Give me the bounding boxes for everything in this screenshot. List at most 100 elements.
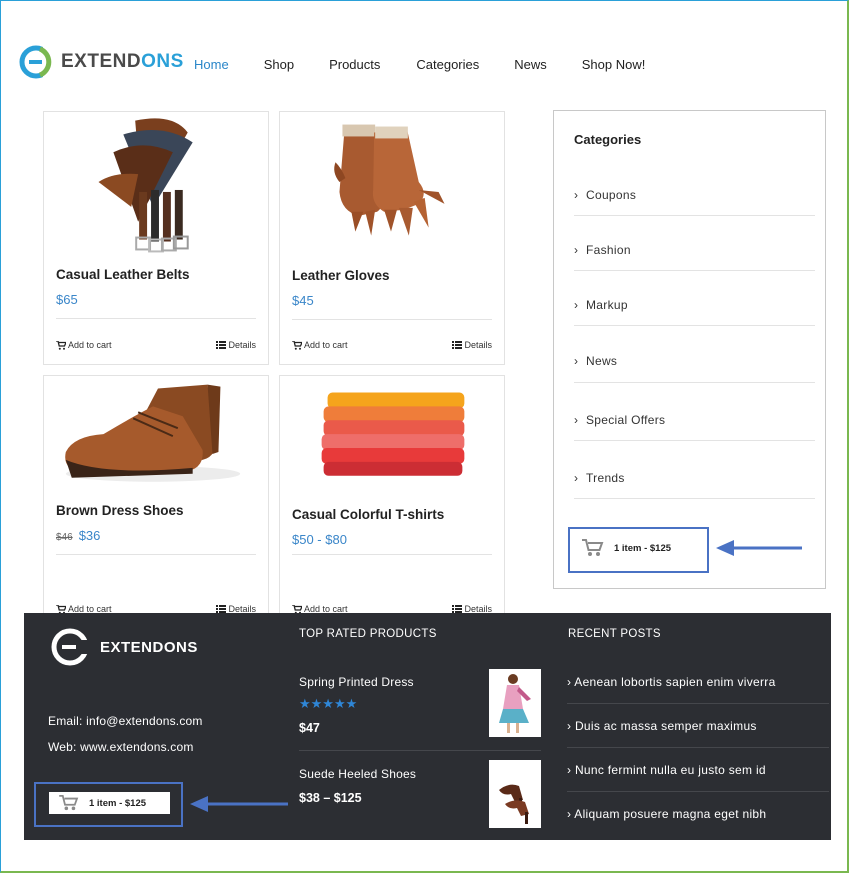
- category-item-markup[interactable]: › Markup: [574, 271, 815, 326]
- chevron-right-icon: ›: [574, 471, 579, 485]
- category-label: Trends: [586, 471, 625, 485]
- cart-summary-text: 1 item - $125: [614, 542, 672, 554]
- recent-post-link[interactable]: › Duis ac massa semper maximus: [567, 719, 757, 733]
- product-price: $38 – $125: [299, 791, 362, 805]
- chevron-right-icon: ›: [574, 243, 579, 257]
- category-item-news[interactable]: › News: [574, 326, 815, 383]
- product-name[interactable]: Leather Gloves: [292, 268, 390, 283]
- widget-title: Categories: [574, 132, 642, 147]
- nav-categories[interactable]: Categories: [416, 57, 479, 72]
- footer-email[interactable]: Email: info@extendons.com: [48, 714, 203, 728]
- category-label: Coupons: [586, 188, 637, 202]
- details-link[interactable]: Details: [216, 340, 256, 350]
- leather-belts-image[interactable]: [44, 112, 268, 262]
- divider: [567, 747, 829, 748]
- arrow-annotation-icon: [716, 540, 802, 556]
- product-price: $50 - $80: [292, 532, 347, 547]
- chevron-right-icon: ›: [567, 719, 575, 733]
- cart-summary-text: 1 item - $125: [89, 797, 147, 809]
- divider: [567, 703, 829, 704]
- post-title: Nunc fermint nulla eu justo sem id: [574, 763, 766, 777]
- extendons-logo-icon: [19, 45, 53, 79]
- category-label: News: [586, 354, 618, 368]
- divider: [56, 554, 256, 555]
- recent-posts-title: RECENT POSTS: [568, 628, 661, 640]
- divider: [567, 791, 829, 792]
- footer-mini-cart[interactable]: 1 item - $125: [49, 792, 170, 814]
- logo-text-part2: ONS: [141, 51, 184, 72]
- category-label: Markup: [586, 298, 628, 312]
- product-name[interactable]: Casual Leather Belts: [56, 267, 190, 282]
- category-item-special-offers[interactable]: › Special Offers: [574, 383, 815, 441]
- chevron-right-icon: ›: [567, 763, 575, 777]
- category-item-coupons[interactable]: › Coupons: [574, 161, 815, 216]
- heeled-shoes-thumbnail[interactable]: [489, 760, 541, 828]
- list-icon: [452, 605, 463, 613]
- add-to-cart-label: Add to cart: [68, 340, 112, 350]
- divider: [56, 318, 256, 319]
- product-price: $65: [56, 292, 78, 307]
- add-to-cart-link[interactable]: Add to cart: [56, 340, 112, 350]
- sidebar-mini-cart[interactable]: 1 item - $125: [582, 537, 672, 559]
- recent-post-link[interactable]: › Nunc fermint nulla eu justo sem id: [567, 763, 766, 777]
- chevron-right-icon: ›: [574, 413, 579, 427]
- categories-widget: Categories › Coupons › Fashion › Markup › Ne…: [553, 110, 826, 589]
- add-to-cart-link[interactable]: Add to cart: [292, 340, 348, 350]
- footer-logo[interactable]: EXTENDONS: [50, 627, 198, 667]
- nav-shop-now[interactable]: Shop Now!: [582, 57, 646, 72]
- leather-gloves-image[interactable]: [280, 112, 504, 262]
- chevron-right-icon: ›: [574, 188, 579, 202]
- footer-logo-text: EXTENDONS: [100, 638, 198, 656]
- product-card: Casual Colorful T-shirts $50 - $80 Add t…: [279, 375, 505, 629]
- product-card: Casual Leather Belts $65 Add to cart Det…: [43, 111, 269, 365]
- spring-dress-thumbnail[interactable]: [489, 669, 541, 737]
- nav-shop[interactable]: Shop: [264, 57, 294, 72]
- price-value: $36: [78, 528, 101, 543]
- price-value: $45: [292, 293, 314, 308]
- logo-text-part1: EXTEND: [61, 51, 142, 72]
- divider: [299, 750, 541, 751]
- chevron-right-icon: ›: [574, 298, 579, 312]
- recent-post-link[interactable]: › Aliquam posuere magna eget nibh: [567, 807, 766, 821]
- chevron-right-icon: ›: [574, 354, 579, 368]
- main-nav: Home Shop Products Categories News Shop …: [194, 57, 645, 72]
- product-card: Brown Dress Shoes $46 $36 Add to cart Det…: [43, 375, 269, 629]
- category-label: Special Offers: [586, 413, 666, 427]
- product-name[interactable]: Suede Heeled Shoes: [299, 767, 416, 781]
- top-rated-title: TOP RATED PRODUCTS: [299, 628, 437, 640]
- product-price: $46 $36: [56, 528, 100, 543]
- nav-news[interactable]: News: [514, 57, 547, 72]
- rating-stars: ★★★★★: [299, 696, 358, 711]
- old-price: $46: [56, 532, 73, 543]
- product-price: $47: [299, 721, 320, 735]
- post-title: Aliquam posuere magna eget nibh: [574, 807, 767, 821]
- footer-web[interactable]: Web: www.extendons.com: [48, 740, 194, 754]
- post-title: Aenean lobortis sapien enim viverra: [574, 675, 776, 689]
- recent-post-link[interactable]: › Aenean lobortis sapien enim viverra: [567, 675, 776, 689]
- divider: [292, 554, 492, 555]
- list-icon: [452, 341, 463, 349]
- list-icon: [216, 605, 227, 613]
- site-logo[interactable]: EXTENDONS: [19, 45, 184, 79]
- nav-products[interactable]: Products: [329, 57, 380, 72]
- tshirts-stack-image[interactable]: [280, 376, 504, 526]
- price-value: $50 - $80: [292, 532, 347, 547]
- cart-icon: [56, 340, 66, 350]
- product-card: Leather Gloves $45 Add to cart Details: [279, 111, 505, 365]
- list-icon: [216, 341, 227, 349]
- cart-icon: [292, 340, 302, 350]
- arrow-annotation-icon: [190, 796, 288, 812]
- add-to-cart-label: Add to cart: [304, 340, 348, 350]
- extendons-logo-icon: [51, 628, 90, 666]
- product-name[interactable]: Casual Colorful T-shirts: [292, 507, 444, 522]
- product-name[interactable]: Brown Dress Shoes: [56, 503, 184, 518]
- category-item-fashion[interactable]: › Fashion: [574, 216, 815, 271]
- cart-icon: [59, 795, 79, 811]
- details-label: Details: [464, 340, 492, 350]
- price-value: $65: [56, 292, 78, 307]
- details-link[interactable]: Details: [452, 340, 492, 350]
- nav-home[interactable]: Home: [194, 57, 229, 72]
- details-label: Details: [228, 340, 256, 350]
- category-item-trends[interactable]: › Trends: [574, 441, 815, 499]
- product-name[interactable]: Spring Printed Dress: [299, 675, 414, 689]
